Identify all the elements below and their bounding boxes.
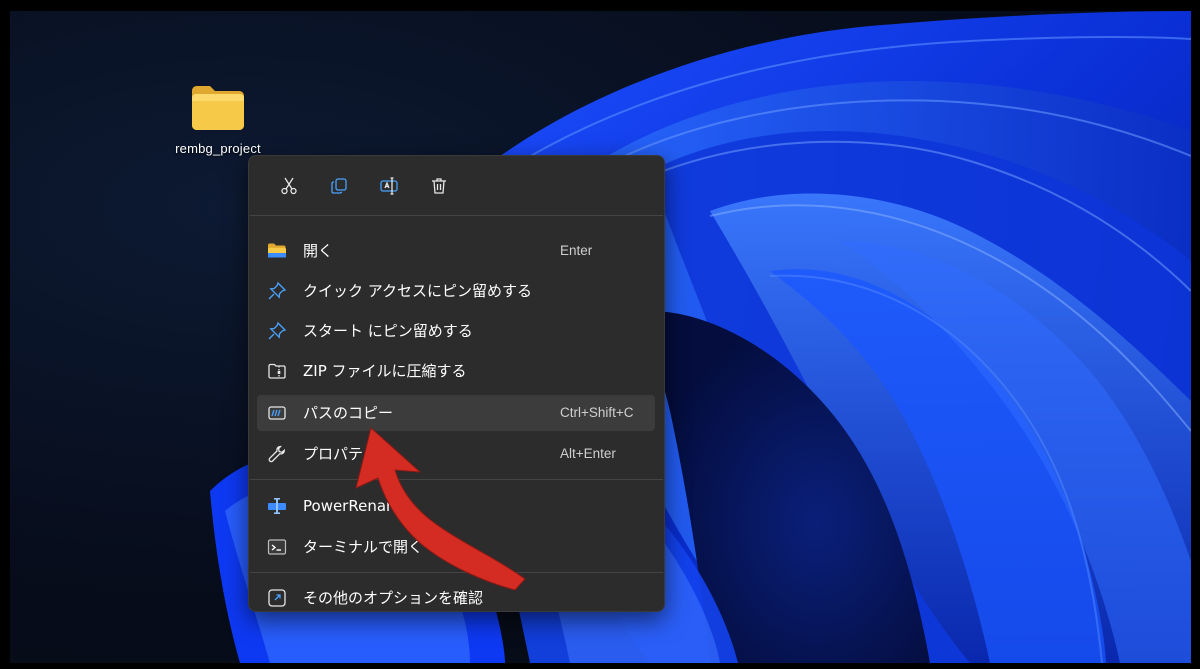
wrench-icon — [267, 444, 287, 464]
terminal-icon — [267, 537, 287, 557]
folder-open-icon — [267, 241, 287, 261]
copy-path-icon — [267, 403, 287, 423]
menu-item-pin-quick-access[interactable]: クイック アクセスにピン留めする — [257, 273, 655, 309]
menu-item-open-terminal[interactable]: ターミナルで開く — [257, 529, 655, 565]
screenshot-frame: rembg_project 開く Enter クイック アクセスにピン留めする … — [0, 0, 1200, 669]
desktop-folder-label: rembg_project — [175, 141, 261, 156]
menu-item-properties[interactable]: プロパティ Alt+Enter — [257, 436, 655, 472]
copy-icon — [331, 178, 347, 194]
trash-icon — [432, 178, 446, 194]
context-menu: 開く Enter クイック アクセスにピン留めする スタート にピン留めする Z… — [248, 155, 665, 612]
pin-icon — [267, 321, 287, 341]
folder-icon — [192, 86, 244, 130]
copy-button[interactable] — [321, 170, 357, 202]
quick-actions-bar — [249, 156, 664, 214]
menu-item-power-rename[interactable]: PowerRename — [257, 488, 655, 524]
menu-separator — [250, 479, 663, 480]
pin-icon — [267, 281, 287, 301]
menu-item-more-options[interactable]: その他のオプションを確認 — [257, 580, 655, 616]
zip-icon — [267, 361, 287, 381]
rename-button[interactable] — [371, 170, 407, 202]
cut-button[interactable] — [271, 170, 307, 202]
menu-separator — [250, 572, 663, 573]
menu-item-open[interactable]: 開く Enter — [257, 233, 655, 269]
more-options-icon — [267, 588, 287, 608]
menu-item-compress-zip[interactable]: ZIP ファイルに圧縮する — [257, 353, 655, 389]
menu-item-copy-path[interactable]: パスのコピー Ctrl+Shift+C — [257, 395, 655, 431]
menu-item-pin-start[interactable]: スタート にピン留めする — [257, 313, 655, 349]
menu-separator — [250, 215, 663, 216]
rename-icon — [380, 177, 398, 195]
delete-button[interactable] — [421, 170, 457, 202]
desktop-folder-item[interactable]: rembg_project — [160, 83, 276, 156]
power-rename-icon — [267, 496, 287, 516]
scissors-icon — [281, 177, 297, 195]
